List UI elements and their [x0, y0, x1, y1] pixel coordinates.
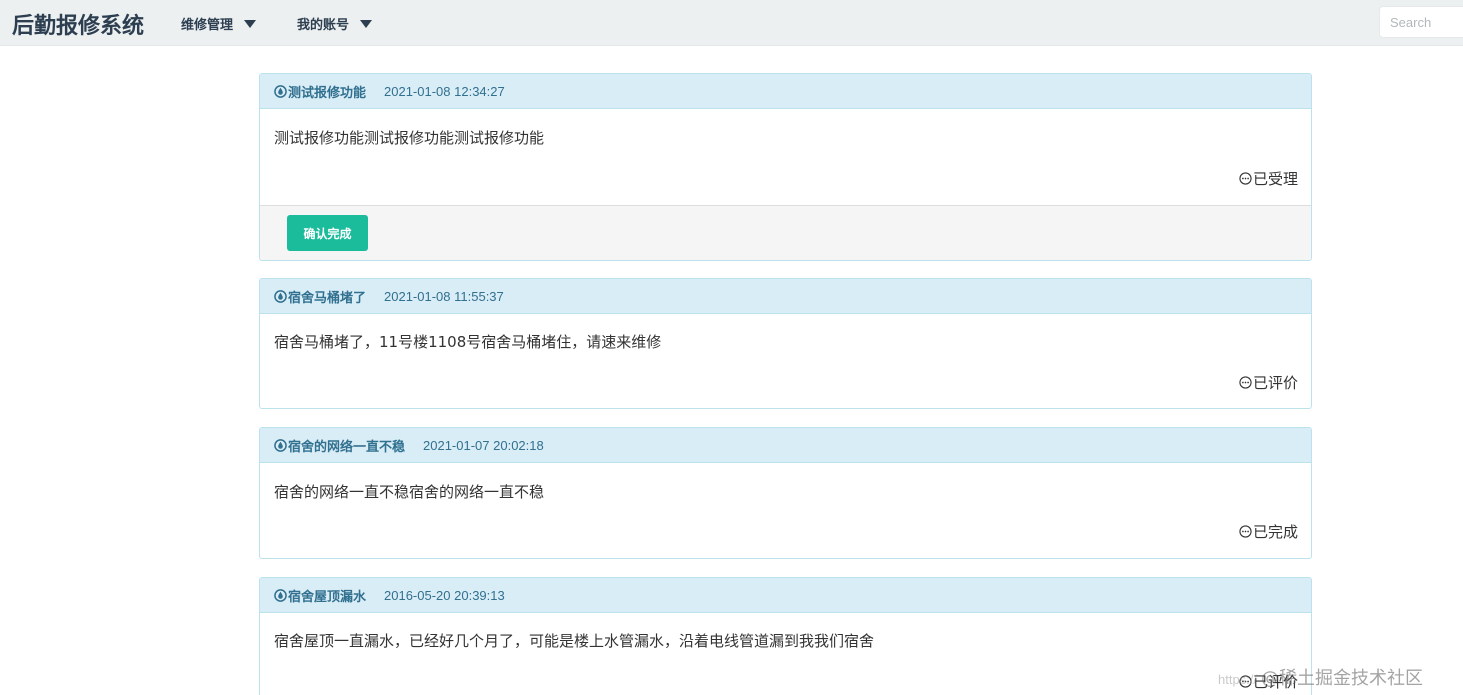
repair-card: 宿舍屋顶漏水 2016-05-20 20:39:13 宿舍屋顶一直漏水，已经好几… [259, 577, 1312, 695]
caret-down-icon [360, 19, 373, 28]
repair-card-body: 宿舍的网络一直不稳宿舍的网络一直不稳 已完成 [260, 463, 1311, 558]
app-brand[interactable]: 后勤报修系统 [12, 8, 144, 40]
repair-status-text: 已完成 [1252, 523, 1298, 541]
confirm-complete-button[interactable]: 确认完成 [287, 215, 368, 251]
repair-status: 已受理 [1239, 168, 1298, 189]
repair-card-header: 测试报修功能 2021-01-08 12:34:27 [260, 74, 1311, 109]
caret-down-icon [244, 19, 257, 28]
menu-my-account[interactable]: 我的账号 [297, 14, 373, 33]
repair-title-text: 宿舍屋顶漏水 [288, 589, 367, 605]
repair-status-text: 已受理 [1252, 170, 1298, 188]
repair-content: 宿舍屋顶一直漏水，已经好几个月了，可能是楼上水管漏水，沿着电线管道漏到我我们宿舍 [274, 632, 875, 650]
watermark-url: https:// [1218, 672, 1258, 687]
repair-title: 宿舍屋顶漏水 [274, 586, 366, 605]
repair-title: 测试报修功能 [274, 82, 366, 101]
repair-time: 2021-01-07 20:02:18 [423, 437, 544, 453]
search-input[interactable] [1379, 6, 1463, 38]
repair-card-header: 宿舍的网络一直不稳 2021-01-07 20:02:18 [260, 428, 1311, 463]
repair-card-header: 宿舍屋顶漏水 2016-05-20 20:39:13 [260, 578, 1311, 613]
watermark-text: @稀土掘金技术社区 [1261, 668, 1424, 689]
watermark: https://@稀土掘金技术社区 [1218, 664, 1423, 690]
ellipsis-circle-icon [1239, 376, 1252, 389]
repair-content: 测试报修功能测试报修功能测试报修功能 [274, 129, 545, 147]
repair-title-text: 测试报修功能 [288, 85, 367, 101]
top-navbar: 后勤报修系统 维修管理 我的账号 [0, 0, 1463, 46]
repair-content: 宿舍马桶堵了，11号楼1108号宿舍马桶堵住，请速来维修 [274, 333, 662, 351]
repair-title-text: 宿舍的网络一直不稳 [288, 439, 406, 455]
repair-title: 宿舍的网络一直不稳 [274, 436, 405, 455]
menu-repair-management-label: 维修管理 [181, 18, 234, 33]
repair-card-body: 宿舍马桶堵了，11号楼1108号宿舍马桶堵住，请速来维修 已评价 [260, 314, 1311, 408]
repair-time: 2021-01-08 11:55:37 [384, 288, 504, 304]
repair-status-text: 已评价 [1252, 374, 1298, 392]
repair-title-text: 宿舍马桶堵了 [288, 290, 367, 306]
repair-card-body: 宿舍屋顶一直漏水，已经好几个月了，可能是楼上水管漏水，沿着电线管道漏到我我们宿舍… [260, 613, 1311, 695]
tint-icon [274, 289, 287, 303]
menu-my-account-label: 我的账号 [297, 18, 350, 33]
tint-icon [274, 438, 287, 452]
repair-card: 宿舍的网络一直不稳 2021-01-07 20:02:18 宿舍的网络一直不稳宿… [259, 427, 1312, 559]
repair-title: 宿舍马桶堵了 [274, 287, 366, 306]
ellipsis-circle-icon [1239, 172, 1252, 185]
repair-status: 已完成 [1239, 521, 1298, 542]
repair-card-footer: 确认完成 [260, 205, 1311, 260]
repair-time: 2016-05-20 20:39:13 [384, 587, 505, 603]
repair-card-header: 宿舍马桶堵了 2021-01-08 11:55:37 [260, 279, 1311, 314]
menu-repair-management[interactable]: 维修管理 [181, 14, 257, 33]
repair-card: 宿舍马桶堵了 2021-01-08 11:55:37 宿舍马桶堵了，11号楼11… [259, 278, 1312, 409]
repair-status: 已评价 [1239, 372, 1298, 393]
tint-icon [274, 588, 287, 602]
repair-card: 测试报修功能 2021-01-08 12:34:27 测试报修功能测试报修功能测… [259, 73, 1312, 261]
tint-icon [274, 84, 287, 98]
repair-card-body: 测试报修功能测试报修功能测试报修功能 已受理 [260, 109, 1311, 205]
repair-content: 宿舍的网络一直不稳宿舍的网络一直不稳 [274, 483, 545, 501]
ellipsis-circle-icon [1239, 525, 1252, 538]
repair-time: 2021-01-08 12:34:27 [384, 83, 505, 99]
